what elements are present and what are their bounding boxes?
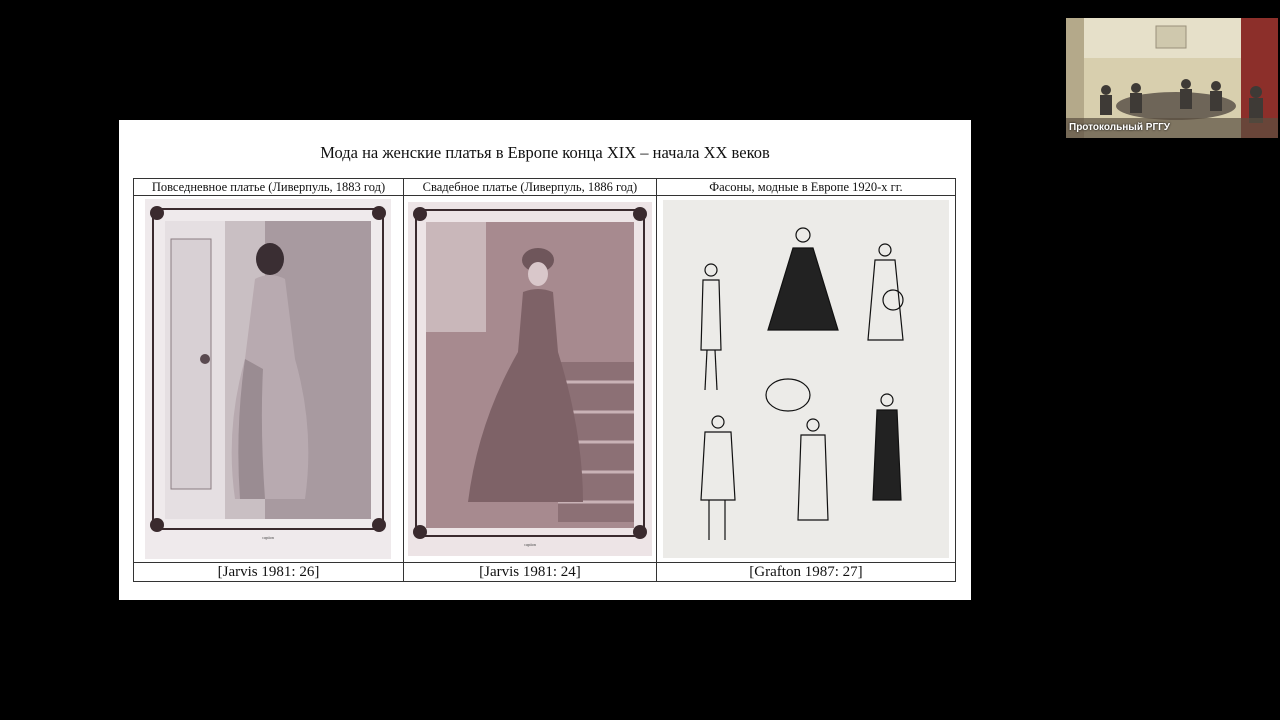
column-header-1: Повседневное платье (Ливерпуль, 1883 год… bbox=[133, 178, 404, 196]
fashion-sketches-1920s bbox=[662, 200, 949, 558]
participant-name: Протокольный РГГУ bbox=[1069, 122, 1170, 133]
participant-video-feed bbox=[1066, 18, 1278, 138]
column-header-2: Свадебное платье (Ливерпуль, 1886 год) bbox=[402, 178, 657, 196]
photo-woman-day-dress: caption bbox=[145, 199, 392, 559]
column-header-3: Фасоны, модные в Европе 1920-х гг. bbox=[655, 178, 957, 196]
participant-video-tile[interactable]: Протокольный РГГУ bbox=[1066, 18, 1278, 138]
svg-text:caption: caption bbox=[263, 535, 275, 540]
meeting-stage: Мода на женские платья в Европе конца XI… bbox=[0, 0, 1280, 720]
table-header-row: Повседневное платье (Ливерпуль, 1883 год… bbox=[133, 178, 957, 196]
image-cell-3 bbox=[655, 195, 957, 563]
slide-title: Мода на женские платья в Европе конца XI… bbox=[320, 143, 770, 162]
shared-slide: Мода на женские платья в Европе конца XI… bbox=[119, 120, 971, 600]
table-source-row: [Jarvis 1981: 26] [Jarvis 1981: 24] [Gra… bbox=[133, 562, 957, 582]
slide-table: Повседневное платье (Ливерпуль, 1883 год… bbox=[133, 178, 957, 582]
svg-text:caption: caption bbox=[524, 542, 536, 547]
source-2: [Jarvis 1981: 24] bbox=[402, 562, 657, 582]
image-cell-1: caption bbox=[133, 195, 404, 563]
image-cell-2: caption bbox=[402, 195, 657, 563]
source-3: [Grafton 1987: 27] bbox=[655, 562, 957, 582]
table-image-row: caption caption bbox=[133, 195, 957, 563]
source-1: [Jarvis 1981: 26] bbox=[133, 562, 404, 582]
photo-woman-wedding-dress: caption bbox=[407, 202, 652, 556]
